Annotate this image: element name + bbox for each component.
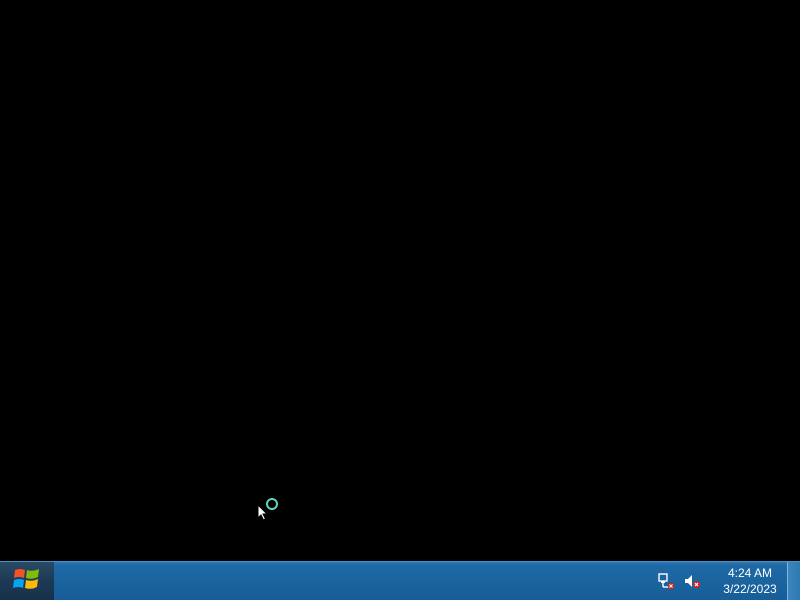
show-desktop-button[interactable]	[787, 562, 800, 600]
clock-time: 4:24 AM	[727, 566, 773, 580]
loading-spinner-icon	[265, 497, 279, 511]
clock-date: 3/22/2023	[723, 582, 777, 596]
taskbar: 4:24 AM 3/22/2023	[0, 561, 800, 600]
windows-logo-icon	[12, 565, 42, 598]
speaker-muted-icon[interactable]	[682, 571, 702, 591]
network-disconnected-icon[interactable]	[656, 571, 676, 591]
start-button[interactable]	[0, 562, 54, 600]
taskbar-clock[interactable]: 4:24 AM 3/22/2023	[714, 565, 786, 597]
desktop-background[interactable]	[0, 0, 800, 561]
system-tray: 4:24 AM 3/22/2023	[656, 562, 786, 600]
